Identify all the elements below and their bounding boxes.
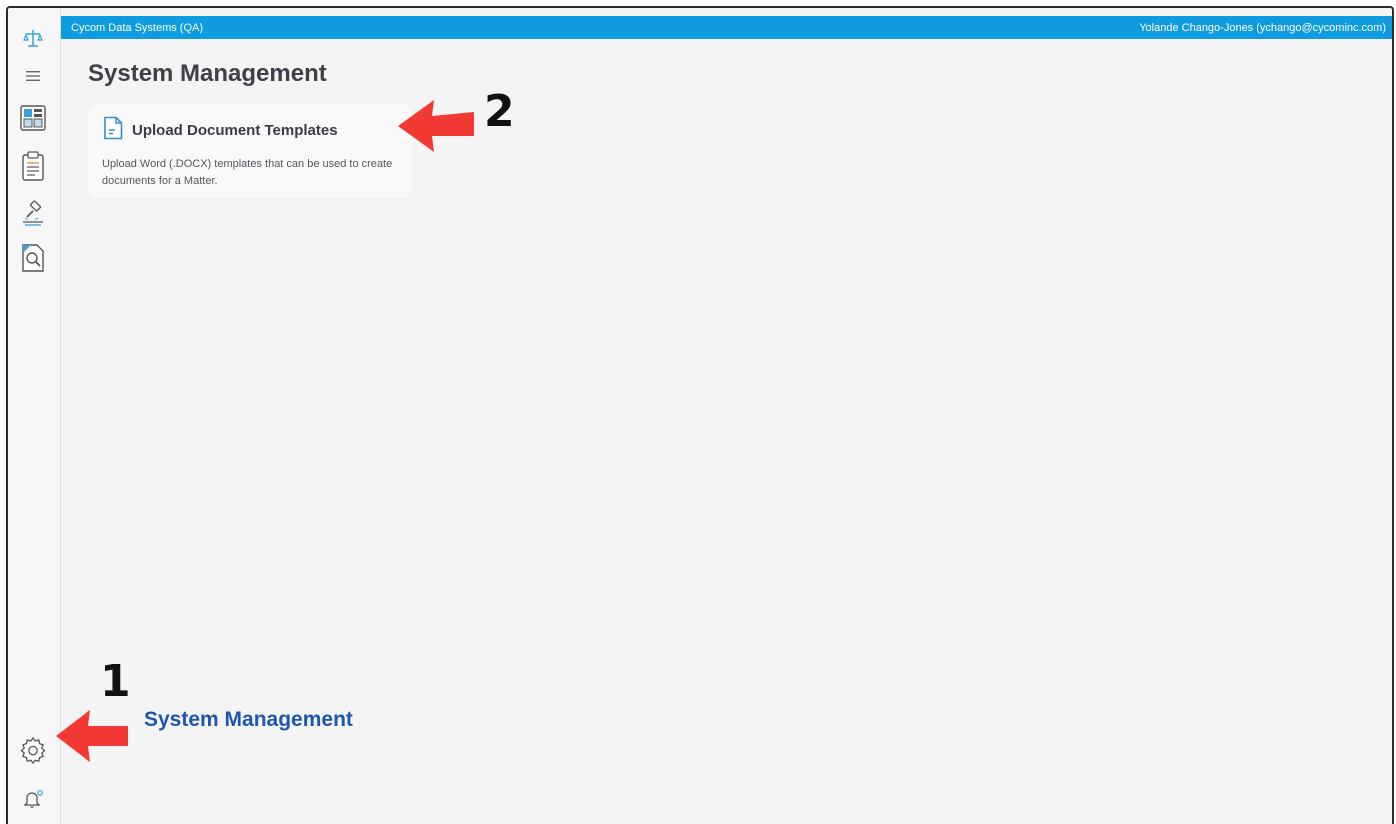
gavel-icon[interactable]: [17, 198, 49, 230]
card-description: Upload Word (.DOCX) templates that can b…: [102, 158, 393, 187]
bell-icon[interactable]: [17, 783, 49, 815]
annotation-label-system-management: System Management: [144, 708, 353, 731]
hamburger-menu-icon[interactable]: [17, 60, 49, 92]
annotation-arrow-2: [398, 100, 474, 152]
card-header: Upload Document Templates: [102, 116, 398, 145]
document-icon: [102, 116, 124, 145]
gear-icon[interactable]: [17, 734, 49, 766]
annotation-number-1: 1: [100, 656, 131, 707]
org-name: Cycom Data Systems (QA): [71, 21, 204, 34]
user-account[interactable]: Yolande Chango-Jones (ychango@cycominc.c…: [1139, 22, 1386, 34]
top-bar: Cycom Data Systems (QA) Yolande Chango-J…: [61, 16, 1392, 39]
app-window: Cycom Data Systems (QA) Yolande Chango-J…: [6, 6, 1394, 824]
annotation-arrow-1: [56, 710, 128, 762]
page-title: System Management: [88, 60, 327, 87]
sidebar: [8, 8, 61, 824]
card-title: Upload Document Templates: [132, 122, 338, 139]
scales-logo-icon[interactable]: [17, 22, 49, 54]
annotation-number-2: 2: [484, 86, 515, 137]
upload-document-templates-card[interactable]: Upload Document Templates Upload Word (.…: [88, 104, 412, 198]
clipboard-icon[interactable]: [17, 150, 49, 182]
dashboard-icon[interactable]: [17, 102, 49, 134]
document-search-icon[interactable]: [17, 242, 49, 274]
